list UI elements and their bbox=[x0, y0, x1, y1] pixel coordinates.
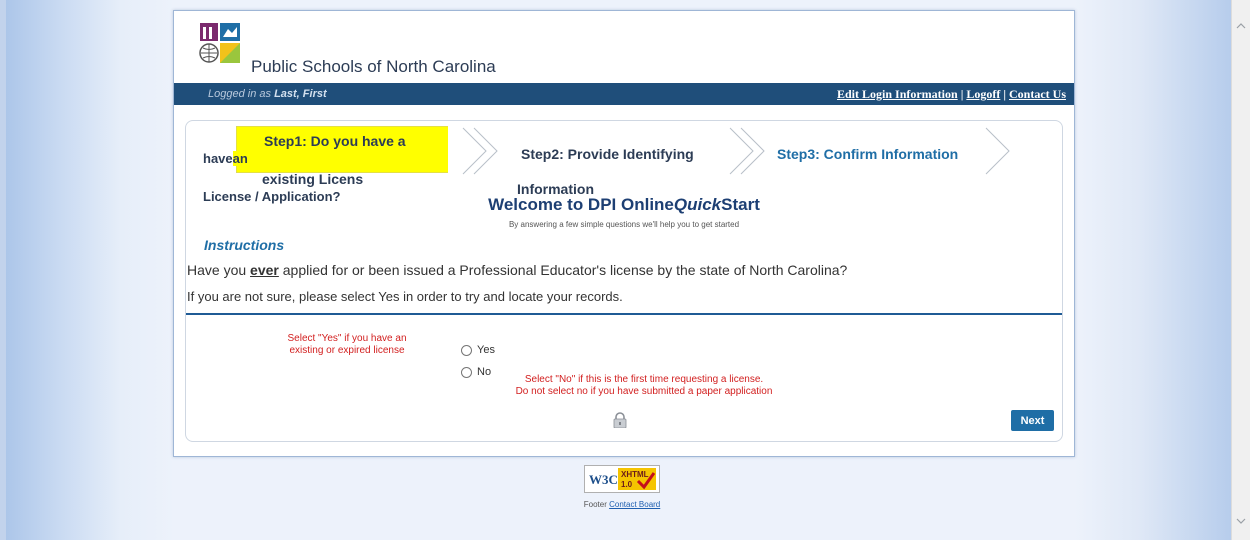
footer-prefix: Footer bbox=[583, 500, 607, 509]
chevron-up-icon[interactable] bbox=[1236, 22, 1246, 30]
instructions-question: Have you ever applied for or been issued… bbox=[187, 262, 847, 278]
section-divider bbox=[186, 313, 1062, 315]
welcome-start: Start bbox=[721, 195, 760, 214]
contact-us-link[interactable]: Contact Us bbox=[1009, 87, 1066, 101]
hint-no: Select "No" if this is the first time re… bbox=[489, 374, 799, 398]
badge-w3c: W3C bbox=[589, 472, 618, 487]
step2-label: Step2: Provide Identifying bbox=[521, 146, 694, 162]
question-before: Have you bbox=[187, 262, 247, 278]
link-separator: | bbox=[960, 87, 964, 101]
edit-login-link[interactable]: Edit Login Information bbox=[837, 87, 958, 101]
radio-no[interactable] bbox=[461, 366, 472, 378]
footer: Footer Contact Board bbox=[0, 500, 1244, 509]
step1-left-have: have bbox=[203, 151, 233, 166]
page-container: Public Schools of North Carolina Logged … bbox=[173, 10, 1075, 457]
lock-icon bbox=[613, 412, 627, 428]
hint-yes: Select "Yes" if you have an existing or … bbox=[279, 333, 415, 357]
vertical-scrollbar[interactable] bbox=[1231, 0, 1250, 540]
hint-yes-line2: existing or expired license bbox=[289, 345, 405, 356]
hint-no-line1: Select "No" if this is the first time re… bbox=[524, 374, 764, 385]
header-bar: Logged in as Last, First Edit Login Info… bbox=[174, 83, 1074, 105]
logged-in-prefix: Logged in as bbox=[208, 88, 271, 100]
question-after: applied for or been issued a Professiona… bbox=[282, 262, 848, 278]
logoff-link[interactable]: Logoff bbox=[966, 87, 1000, 101]
hint-yes-line1: Select "Yes" if you have an bbox=[287, 333, 407, 344]
hint-no-line2: Do not select no if you have submitted a… bbox=[515, 386, 773, 397]
ncdpi-logo-icon bbox=[199, 23, 240, 63]
quickstart-panel: havean Step1: Do you have a existing Lic… bbox=[185, 120, 1063, 442]
step3-label: Step3: Confirm Information bbox=[777, 146, 959, 162]
next-button[interactable]: Next bbox=[1011, 410, 1054, 431]
step1-label: Step1: Do you have a bbox=[264, 133, 406, 149]
chevron-down-icon[interactable] bbox=[1236, 517, 1246, 525]
badge-version: 1.0 bbox=[621, 480, 633, 489]
welcome-heading: Welcome to DPI OnlineQuickStart bbox=[186, 195, 1062, 215]
instructions-title: Instructions bbox=[204, 237, 285, 253]
top-links: Edit Login Information | Logoff | Contac… bbox=[837, 87, 1066, 102]
radio-yes[interactable] bbox=[461, 344, 472, 356]
w3c-xhtml-badge[interactable]: W3C XHTML 1.0 bbox=[584, 465, 660, 493]
step1-left-an: an bbox=[232, 151, 248, 166]
badge-xhtml: XHTML bbox=[621, 470, 649, 479]
question-ever: ever bbox=[250, 262, 279, 278]
step-progress: havean Step1: Do you have a existing Lic… bbox=[186, 121, 1062, 204]
option-yes[interactable]: Yes bbox=[461, 344, 495, 356]
logged-in-user: Last, First bbox=[274, 88, 327, 100]
link-separator: | bbox=[1003, 87, 1006, 101]
instructions-note: If you are not sure, please select Yes i… bbox=[187, 289, 623, 304]
welcome-quick: Quick bbox=[673, 195, 722, 214]
welcome-part1: Welcome to DPI Online bbox=[488, 195, 674, 214]
site-title: Public Schools of North Carolina bbox=[251, 57, 496, 76]
contact-board-link[interactable]: Contact Board bbox=[609, 500, 660, 509]
step1-left-text: havean bbox=[203, 151, 248, 166]
welcome-tagline: By answering a few simple questions we'l… bbox=[508, 220, 740, 229]
option-no[interactable]: No bbox=[461, 366, 491, 378]
step1-sublabel: existing Licens bbox=[262, 171, 364, 187]
radio-yes-label: Yes bbox=[477, 344, 495, 356]
left-gradient-edge bbox=[0, 0, 6, 540]
login-info: Logged in as Last, First bbox=[208, 88, 327, 100]
